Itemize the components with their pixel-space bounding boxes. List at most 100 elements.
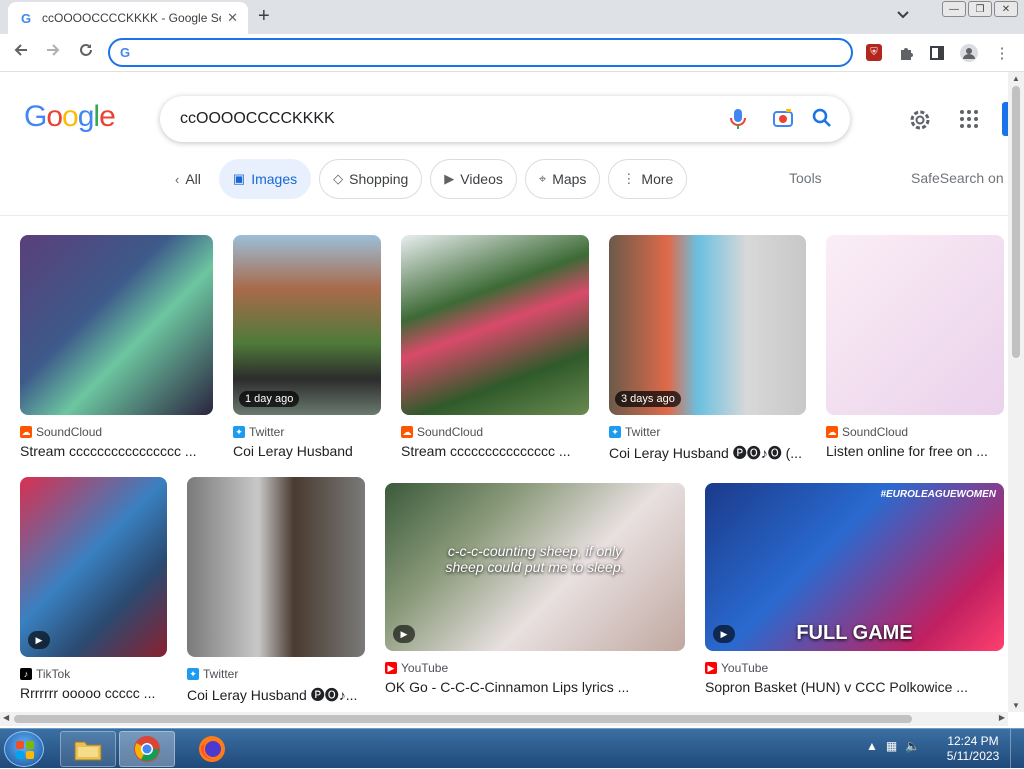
horizontal-scroll-thumb[interactable] bbox=[14, 715, 912, 723]
close-window-button[interactable]: ✕ bbox=[994, 1, 1018, 17]
image-result-card[interactable]: ☁ SoundCloud Stream cccccccccccccccc ... bbox=[20, 235, 213, 459]
image-result-card[interactable]: 3 days ago ✦ Twitter Coi Leray Husband 🅟🅞♪🅞… bbox=[609, 235, 806, 463]
result-caption[interactable]: Stream cccccccccccccccc ... bbox=[20, 443, 213, 459]
new-tab-button[interactable]: + bbox=[258, 6, 270, 26]
reload-icon[interactable] bbox=[75, 42, 97, 62]
result-thumbnail[interactable]: 1 day ago bbox=[233, 235, 381, 415]
chrome-taskbar-button[interactable] bbox=[119, 731, 175, 767]
image-result-card[interactable]: c-c-c-counting sheep, if only sheep coul… bbox=[385, 483, 685, 695]
divider bbox=[0, 215, 1008, 216]
result-thumbnail[interactable]: 3 days ago bbox=[609, 235, 806, 415]
result-caption[interactable]: Sopron Basket (HUN) v CCC Polkowice ... bbox=[705, 679, 1004, 695]
forward-arrow-icon[interactable] bbox=[42, 42, 64, 62]
image-result-card[interactable]: ☁ SoundCloud Listen online for free on ... bbox=[826, 235, 1004, 459]
camera-lens-icon[interactable] bbox=[772, 108, 794, 133]
file-explorer-taskbar-button[interactable] bbox=[60, 731, 116, 767]
result-caption[interactable]: Stream ccccccccccccccc ... bbox=[401, 443, 589, 459]
tab-more[interactable]: ⋮ More bbox=[608, 159, 688, 199]
back-arrow-icon[interactable] bbox=[10, 42, 32, 62]
image-result-card[interactable]: ✦ Twitter Coi Leray Husband 🅟🅞♪... bbox=[187, 477, 365, 705]
result-caption[interactable]: Coi Leray Husband 🅟🅞♪🅞 (... bbox=[609, 443, 806, 463]
result-thumbnail[interactable]: c-c-c-counting sheep, if only sheep coul… bbox=[385, 483, 685, 651]
result-source[interactable]: ✦ Twitter bbox=[609, 425, 806, 439]
vertical-scrollbar[interactable]: ▲ ▼ bbox=[1008, 72, 1024, 712]
logo-letter: g bbox=[77, 100, 95, 133]
profile-avatar-icon[interactable] bbox=[959, 43, 979, 63]
shield-extension-icon[interactable]: ⛨ bbox=[866, 44, 882, 61]
taskbar-clock[interactable]: 12:24 PM 5/11/2023 bbox=[944, 734, 1002, 764]
tab-all[interactable]: ‹ All bbox=[165, 159, 211, 199]
result-caption[interactable]: Listen online for free on ... bbox=[826, 443, 1004, 459]
scroll-left-icon[interactable]: ◀ bbox=[3, 713, 9, 722]
gear-icon[interactable] bbox=[908, 108, 932, 138]
result-source[interactable]: ✦ Twitter bbox=[187, 667, 365, 681]
result-thumbnail[interactable]: #EUROLEAGUEWOMEN FULL GAME ▶ bbox=[705, 483, 1004, 651]
image-result-card[interactable]: ▶ ♪ TikTok Rrrrrrr ooooo ccccc ... bbox=[20, 477, 167, 701]
scroll-right-icon[interactable]: ▶ bbox=[999, 713, 1005, 722]
browser-menu-icon[interactable]: ⋮ bbox=[992, 43, 1012, 63]
result-thumbnail[interactable] bbox=[826, 235, 1004, 415]
horizontal-scrollbar[interactable]: ◀ ▶ bbox=[0, 712, 1008, 726]
soundcloud-icon: ☁ bbox=[401, 426, 413, 438]
tray-expand-icon[interactable]: ▲ bbox=[866, 739, 878, 753]
result-thumbnail[interactable] bbox=[20, 235, 213, 415]
tab-maps[interactable]: ⌖ Maps bbox=[524, 159, 601, 199]
result-caption[interactable]: OK Go - C-C-C-Cinnamon Lips lyrics ... bbox=[385, 679, 685, 695]
result-source[interactable]: ▶ YouTube bbox=[385, 661, 685, 675]
firefox-icon bbox=[199, 736, 225, 762]
search-query[interactable]: ccOOOOCCCCKKKK bbox=[180, 110, 335, 128]
minimize-button[interactable]: — bbox=[942, 1, 966, 17]
result-caption[interactable]: Rrrrrrr ooooo ccccc ... bbox=[20, 685, 167, 701]
scroll-up-icon[interactable]: ▲ bbox=[1012, 74, 1020, 83]
result-source[interactable]: ☁ SoundCloud bbox=[826, 425, 1004, 439]
soundcloud-icon: ☁ bbox=[20, 426, 32, 438]
start-button[interactable] bbox=[4, 731, 44, 767]
side-panel-icon[interactable] bbox=[927, 43, 947, 63]
browser-tab[interactable]: G ccOOOOCCCCKKKK - Google Sea ✕ bbox=[8, 2, 248, 34]
puzzle-extensions-icon[interactable] bbox=[896, 43, 916, 63]
tools-button[interactable]: Tools bbox=[789, 170, 822, 186]
network-icon[interactable]: ▦ bbox=[886, 739, 897, 753]
safesearch-button[interactable]: SafeSearch on bbox=[911, 170, 1004, 186]
result-thumbnail[interactable] bbox=[401, 235, 589, 415]
image-result-card[interactable]: ☁ SoundCloud Stream ccccccccccccccc ... bbox=[401, 235, 589, 459]
google-logo[interactable]: Google bbox=[24, 100, 116, 134]
tab-shopping[interactable]: ◇ Shopping bbox=[319, 159, 423, 199]
result-thumbnail[interactable] bbox=[187, 477, 365, 657]
tab-strip: G ccOOOOCCCCKKKK - Google Sea ✕ + — ❐ ✕ bbox=[0, 0, 1024, 34]
result-caption[interactable]: Coi Leray Husband 🅟🅞♪... bbox=[187, 685, 365, 705]
result-source[interactable]: ☁ SoundCloud bbox=[20, 425, 213, 439]
windows-logo-icon bbox=[16, 741, 34, 759]
result-source[interactable]: ♪ TikTok bbox=[20, 667, 167, 681]
microphone-icon[interactable] bbox=[730, 108, 746, 135]
video-icon: ▶ bbox=[444, 171, 455, 186]
volume-icon[interactable]: 🔈 bbox=[905, 739, 920, 753]
tab-search-chevron-icon[interactable] bbox=[897, 8, 909, 22]
address-input[interactable] bbox=[138, 44, 851, 61]
tab-close-icon[interactable]: ✕ bbox=[227, 10, 238, 26]
show-desktop-button[interactable] bbox=[1010, 729, 1024, 769]
vertical-scroll-thumb[interactable] bbox=[1012, 86, 1020, 358]
search-icon[interactable] bbox=[812, 108, 832, 133]
tab-videos[interactable]: ▶ Videos bbox=[430, 159, 517, 199]
source-label: SoundCloud bbox=[842, 425, 909, 439]
clock-time: 12:24 PM bbox=[947, 734, 999, 748]
result-thumbnail[interactable]: ▶ bbox=[20, 477, 167, 657]
scroll-down-icon[interactable]: ▼ bbox=[1012, 701, 1020, 710]
result-source[interactable]: ☁ SoundCloud bbox=[401, 425, 589, 439]
tab-images[interactable]: ▣ Images bbox=[218, 159, 312, 199]
image-result-card[interactable]: #EUROLEAGUEWOMEN FULL GAME ▶ ▶ YouTube Sopron… bbox=[705, 483, 1004, 695]
firefox-taskbar-button[interactable] bbox=[184, 731, 240, 767]
search-box[interactable]: ccOOOOCCCCKKKK bbox=[160, 96, 850, 142]
clock-date: 5/11/2023 bbox=[946, 749, 1000, 763]
logo-letter: G bbox=[24, 100, 47, 133]
address-bar[interactable]: G bbox=[108, 38, 853, 67]
thumbnail-overlay-text: FULL GAME bbox=[796, 622, 913, 644]
result-source[interactable]: ▶ YouTube bbox=[705, 661, 1004, 675]
result-source[interactable]: ✦ Twitter bbox=[233, 425, 381, 439]
image-result-card[interactable]: 1 day ago ✦ Twitter Coi Leray Husband bbox=[233, 235, 381, 459]
restore-button[interactable]: ❐ bbox=[968, 1, 992, 17]
tab-label: Videos bbox=[460, 171, 503, 187]
apps-grid-icon[interactable] bbox=[960, 110, 978, 128]
result-caption[interactable]: Coi Leray Husband bbox=[233, 443, 381, 459]
